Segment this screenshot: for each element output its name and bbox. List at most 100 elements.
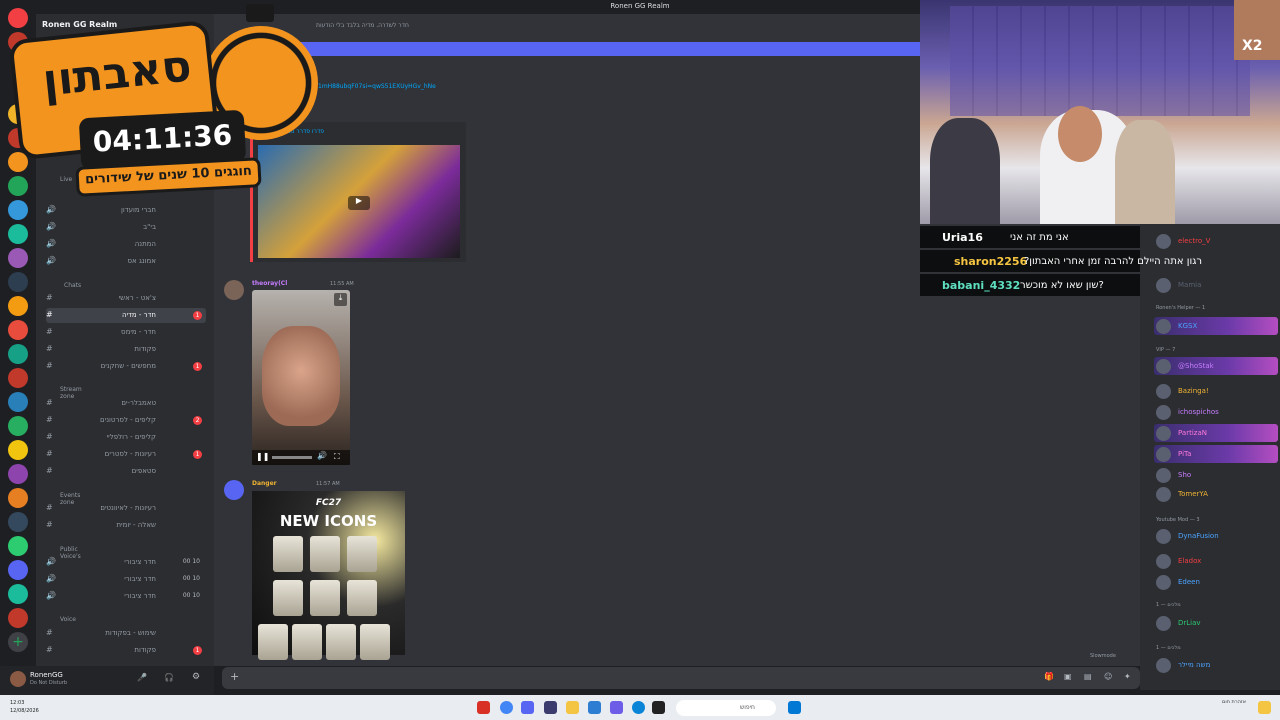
channel-item[interactable]: # פקודות: [46, 342, 206, 357]
obs-icon[interactable]: [652, 701, 665, 714]
avatar[interactable]: [224, 480, 244, 500]
app-icon[interactable]: [610, 701, 623, 714]
taskbar-time[interactable]: 12:03: [10, 700, 24, 706]
pause-icon[interactable]: ❚❚: [256, 452, 269, 461]
new-messages-banner[interactable]: [296, 42, 920, 56]
message-author[interactable]: Danger: [252, 480, 277, 487]
server-icon[interactable]: [8, 440, 28, 460]
edge-icon[interactable]: [632, 701, 645, 714]
sticker-icon[interactable]: ▤: [1084, 672, 1092, 681]
channel-item[interactable]: # חדר - מימס: [46, 325, 206, 340]
avatar[interactable]: [224, 280, 244, 300]
apps-icon[interactable]: ✦: [1124, 672, 1131, 681]
member-item[interactable]: PartizaN: [1154, 424, 1278, 442]
server-icon[interactable]: [8, 512, 28, 532]
channel-item[interactable]: # רעיונות - לאיוונטים: [46, 501, 206, 516]
server-icon[interactable]: [8, 464, 28, 484]
server-icon[interactable]: [8, 392, 28, 412]
server-icon[interactable]: [8, 584, 28, 604]
server-icon[interactable]: [8, 536, 28, 556]
gear-icon[interactable]: ⚙: [192, 672, 200, 682]
member-item[interactable]: KGSX: [1154, 317, 1278, 335]
voice-channel[interactable]: 🔊 חדר ציבורי 00 10: [46, 555, 206, 570]
member-item[interactable]: electro_V: [1154, 232, 1278, 250]
microphone-icon[interactable]: 🎤: [137, 673, 147, 682]
gif-icon[interactable]: ▣: [1064, 672, 1072, 681]
channel-item[interactable]: # מחפשים - שחקנים 1: [46, 359, 206, 374]
member-item[interactable]: @ShoStak: [1154, 357, 1278, 375]
member-item[interactable]: ichospichos: [1154, 403, 1278, 421]
server-icon[interactable]: [8, 296, 28, 316]
channel-item[interactable]: # שאלה - יומית: [46, 518, 206, 533]
message-input[interactable]: [222, 667, 1140, 689]
add-server-icon[interactable]: +: [8, 632, 28, 652]
channel-item[interactable]: # צ'אט - ראשי: [46, 291, 206, 306]
member-item[interactable]: משה מיילר: [1154, 656, 1278, 674]
server-icon[interactable]: [8, 224, 28, 244]
channel-item[interactable]: # קליפים - רולפליי: [46, 430, 206, 445]
channel-item-active[interactable]: # חדר - מדיה 1: [46, 308, 206, 323]
app-icon[interactable]: [588, 701, 601, 714]
app-icon[interactable]: [477, 701, 490, 714]
chrome-icon[interactable]: [500, 701, 513, 714]
gift-icon[interactable]: 🎁: [1044, 672, 1054, 681]
server-icon[interactable]: [8, 8, 28, 28]
member-item[interactable]: Bazinga!: [1154, 382, 1278, 400]
server-icon[interactable]: [8, 560, 28, 580]
headphones-icon[interactable]: 🎧: [164, 673, 174, 682]
category-live[interactable]: Live: [60, 176, 72, 183]
avatar[interactable]: [10, 671, 26, 687]
voice-channel[interactable]: 🔊 חדר ציבורי 00 10: [46, 572, 206, 587]
server-icon[interactable]: [8, 608, 28, 628]
member-item[interactable]: Edeen: [1154, 573, 1278, 591]
member-item[interactable]: Eladox: [1154, 552, 1278, 570]
headset-icon[interactable]: [544, 701, 557, 714]
notification-text[interactable]: אזהרת חום: [1222, 699, 1246, 705]
discord-icon[interactable]: [521, 701, 534, 714]
channel-item[interactable]: 🔊 המתנה: [46, 237, 206, 252]
download-icon[interactable]: ⤓: [334, 293, 347, 306]
server-icon[interactable]: [8, 344, 28, 364]
taskbar-date[interactable]: 12/08/2026: [10, 708, 39, 714]
channel-item[interactable]: # סטאפים: [46, 464, 206, 479]
video-progress-bar[interactable]: [272, 456, 312, 459]
channel-item[interactable]: # פקודות 1: [46, 643, 206, 658]
channel-item[interactable]: 🔊 חברי מועדון: [46, 203, 206, 218]
play-icon[interactable]: ▶: [348, 196, 370, 210]
category-chats[interactable]: Chats: [64, 282, 81, 289]
member-item[interactable]: DrLiav: [1154, 614, 1278, 632]
volume-icon[interactable]: 🔊: [317, 451, 327, 460]
voice-channel[interactable]: 🔊 חדר ציבורי 00 10: [46, 589, 206, 604]
server-icon[interactable]: [8, 320, 28, 340]
taskbar-search[interactable]: [676, 700, 776, 716]
channel-item[interactable]: # קליפים - לסרטונים 2: [46, 413, 206, 428]
member-item[interactable]: Mamia: [1154, 276, 1278, 294]
server-name[interactable]: Ronen GG Realm: [42, 20, 117, 29]
channel-item[interactable]: # טאמבלר-ים: [46, 396, 206, 411]
server-icon[interactable]: [8, 200, 28, 220]
server-icon[interactable]: [8, 248, 28, 268]
fullscreen-icon[interactable]: ⛶: [334, 452, 340, 462]
message-link[interactable]: 1mH88ubqF07si=qwS51EXUyHGv_hNe: [318, 83, 436, 90]
channel-item[interactable]: 🔊 בי"ב: [46, 220, 206, 235]
server-icon[interactable]: [8, 416, 28, 436]
channel-item[interactable]: # רעיונות - לסטרים 1: [46, 447, 206, 462]
server-icon[interactable]: [8, 152, 28, 172]
folder-icon[interactable]: [566, 701, 579, 714]
category-voice[interactable]: Voice: [60, 616, 76, 623]
member-item[interactable]: TomerYA: [1154, 485, 1278, 503]
server-icon[interactable]: [8, 176, 28, 196]
channel-item[interactable]: 🔊 אמונג אס: [46, 254, 206, 269]
server-icon[interactable]: [8, 272, 28, 292]
member-item[interactable]: PiTa: [1154, 445, 1278, 463]
windows-start-icon[interactable]: [788, 701, 801, 714]
channel-item[interactable]: # שימוש - בפקודות: [46, 626, 206, 641]
member-item[interactable]: Sho: [1154, 466, 1278, 484]
warning-icon[interactable]: [1258, 701, 1271, 714]
emoji-icon[interactable]: ☺: [1104, 672, 1112, 681]
server-icon[interactable]: [8, 488, 28, 508]
plus-icon[interactable]: +: [230, 670, 239, 683]
message-author[interactable]: theoray(Cl: [252, 280, 287, 287]
member-item[interactable]: DynaFusion: [1154, 527, 1278, 545]
server-icon[interactable]: [8, 368, 28, 388]
